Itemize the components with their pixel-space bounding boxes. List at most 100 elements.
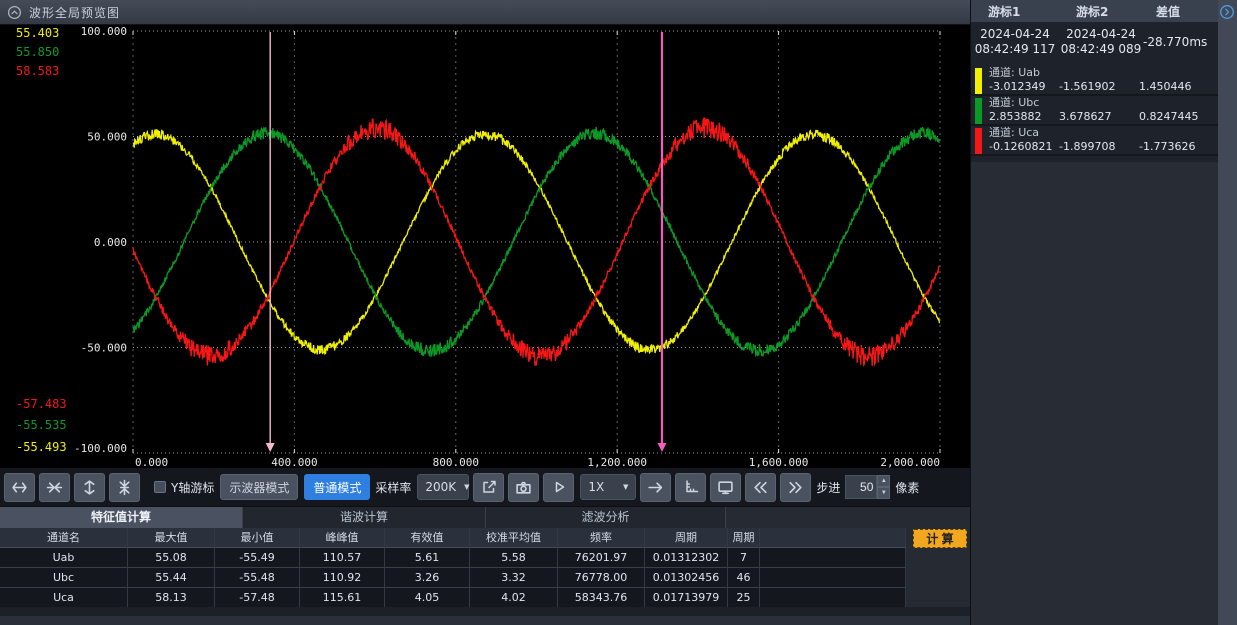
waveform-chart[interactable]: 0.000400.000800.0001,200.0001,600.0002,0… <box>0 25 970 468</box>
table-header-cell: 周期数 <box>728 528 760 548</box>
table-cell: -57.48 <box>215 588 300 608</box>
channel-name: 通道: Uca <box>989 126 1059 140</box>
y-axis-cursor-label: Y轴游标 <box>171 479 214 496</box>
expand-y-icon <box>81 479 98 496</box>
feature-value-table: 通道名最大值最小值峰峰值有效值校准平均值频率周期周期数 Uab55.08-55.… <box>0 528 906 608</box>
step-up-button[interactable]: ▲ <box>877 475 890 487</box>
compress-x-icon <box>46 479 63 496</box>
table-cell: 3.32 <box>470 568 558 588</box>
channel-name: 通道: Ubc <box>989 96 1059 110</box>
compress-x-button[interactable] <box>39 473 70 502</box>
step-down-button[interactable]: ▼ <box>877 487 890 499</box>
table-cell: 115.61 <box>300 588 385 608</box>
channel-max-label: 55.403 <box>16 27 86 40</box>
cursor-panel-header: 游标1游标2差值 <box>971 0 1219 22</box>
cursor1-date: 2024-04-24 <box>971 27 1059 42</box>
expand-panel-icon[interactable] <box>1219 4 1235 20</box>
sample-rate-select[interactable]: 200K ▼ <box>417 474 469 500</box>
cursor-1-arrow-icon[interactable] <box>266 443 275 452</box>
y-axis-cursor-checkbox[interactable] <box>154 481 166 493</box>
svg-text:50.000: 50.000 <box>87 131 127 144</box>
table-cell: 58.13 <box>128 588 215 608</box>
chart-titlebar: 波形全局预览图 <box>0 0 970 25</box>
compress-y-icon <box>116 479 133 496</box>
table-cell: 0.01302456 <box>645 568 728 588</box>
collapse-panel-icon[interactable] <box>7 5 22 20</box>
table-cell: 5.61 <box>385 548 470 568</box>
page-right-button[interactable] <box>780 473 811 502</box>
channel-min-label: -55.535 <box>16 419 86 432</box>
expand-y-button[interactable] <box>74 473 105 502</box>
step-input[interactable] <box>845 475 877 499</box>
channel-min-label: -55.493 <box>16 441 86 454</box>
channel-color-bar <box>975 128 982 154</box>
table-cell: 25 <box>728 588 760 608</box>
waveform-region: 波形全局预览图 0.000400.000800.0001,200.0001,60… <box>0 0 970 625</box>
table-row[interactable]: Uab55.08-55.49110.575.615.5876201.970.01… <box>0 548 906 568</box>
table-header-cell: 校准平均值 <box>470 528 558 548</box>
normal-mode-button[interactable]: 普通模式 <box>304 474 370 500</box>
table-cell: 76778.00 <box>558 568 645 588</box>
chevron-down-icon: ▼ <box>623 483 628 491</box>
table-cell: Uca <box>0 588 128 608</box>
table-row[interactable]: Ubc55.44-55.48110.923.263.3276778.000.01… <box>0 568 906 588</box>
table-cell: Ubc <box>0 568 128 588</box>
channel-max-label: 55.850 <box>16 46 86 59</box>
table-header-cell: 通道名 <box>0 528 128 548</box>
table-cell: 4.02 <box>470 588 558 608</box>
oscilloscope-mode-button[interactable]: 示波器模式 <box>220 474 298 500</box>
tab-1[interactable]: 特征值计算 <box>0 507 243 528</box>
step-stepper: ▲ ▼ <box>845 475 890 499</box>
table-cell: -55.49 <box>215 548 300 568</box>
channel-min-label: -57.483 <box>16 398 86 411</box>
tab-3[interactable]: 滤波分析 <box>486 507 726 528</box>
channel-cursor2-value: 3.678627 <box>1059 96 1139 124</box>
svg-text:1,200.000: 1,200.000 <box>587 456 647 468</box>
table-cell: 7 <box>728 548 760 568</box>
cursor-header-3: 差值 <box>1139 3 1219 20</box>
cursor1-timestamp: 2024-04-24 08:42:49 117 <box>971 27 1059 57</box>
table-cell: -55.48 <box>215 568 300 588</box>
panel-scrollbar[interactable] <box>1218 0 1237 625</box>
table-cell: 5.58 <box>470 548 558 568</box>
measure-button[interactable] <box>675 473 706 502</box>
cursor-channel-row: 通道: Ubc2.8538823.6786270.8247445 <box>971 96 1219 126</box>
table-cell: 0.01713979 <box>645 588 728 608</box>
table-row[interactable]: Uca58.13-57.48115.614.054.0258343.760.01… <box>0 588 906 608</box>
cursor-panel: 游标1游标2差值 2024-04-24 08:42:49 117 2024-04… <box>970 0 1237 625</box>
expand-x-button[interactable] <box>4 473 35 502</box>
play-speed-select[interactable]: 1X ▼ <box>580 474 636 500</box>
sample-rate-label: 采样率 <box>375 479 411 496</box>
play-icon <box>551 479 567 495</box>
export-button[interactable] <box>473 473 504 502</box>
svg-text:2,000.000: 2,000.000 <box>880 456 940 468</box>
step-forward-button[interactable] <box>640 473 671 502</box>
compress-y-button[interactable] <box>109 473 140 502</box>
play-button[interactable] <box>543 473 574 502</box>
cursor2-date: 2024-04-24 <box>1059 27 1143 42</box>
tab-2[interactable]: 谐波计算 <box>243 507 486 528</box>
table-body: Uab55.08-55.49110.575.615.5876201.970.01… <box>0 548 906 608</box>
page-left-button[interactable] <box>745 473 776 502</box>
fullscreen-button[interactable] <box>710 473 741 502</box>
table-cell: 0.01312302 <box>645 548 728 568</box>
cursor-channel-row: 通道: Uca-0.1260821-1.899708-1.773626 <box>971 126 1219 156</box>
calculate-button[interactable]: 计 算 <box>913 529 967 548</box>
waveform-plot: 0.000400.000800.0001,200.0001,600.0002,0… <box>0 25 970 468</box>
cursor-2-arrow-icon[interactable] <box>657 443 666 452</box>
channel-cursor2-value: -1.899708 <box>1059 126 1139 154</box>
step-label: 步进 <box>816 479 840 496</box>
screenshot-button[interactable] <box>508 473 539 502</box>
pixel-label: 像素 <box>895 479 919 496</box>
cursor-header-1: 游标1 <box>971 3 1059 20</box>
svg-text:-50.000: -50.000 <box>81 342 127 355</box>
svg-text:800.000: 800.000 <box>433 456 479 468</box>
tabs-filler <box>726 507 970 528</box>
table-header-cell: 频率 <box>558 528 645 548</box>
table-cell: 55.08 <box>128 548 215 568</box>
table-cell: 110.92 <box>300 568 385 588</box>
chart-title: 波形全局预览图 <box>29 4 120 21</box>
export-icon <box>481 479 497 495</box>
table-header-cell: 有效值 <box>385 528 470 548</box>
table-header-row: 通道名最大值最小值峰峰值有效值校准平均值频率周期周期数 <box>0 528 906 548</box>
